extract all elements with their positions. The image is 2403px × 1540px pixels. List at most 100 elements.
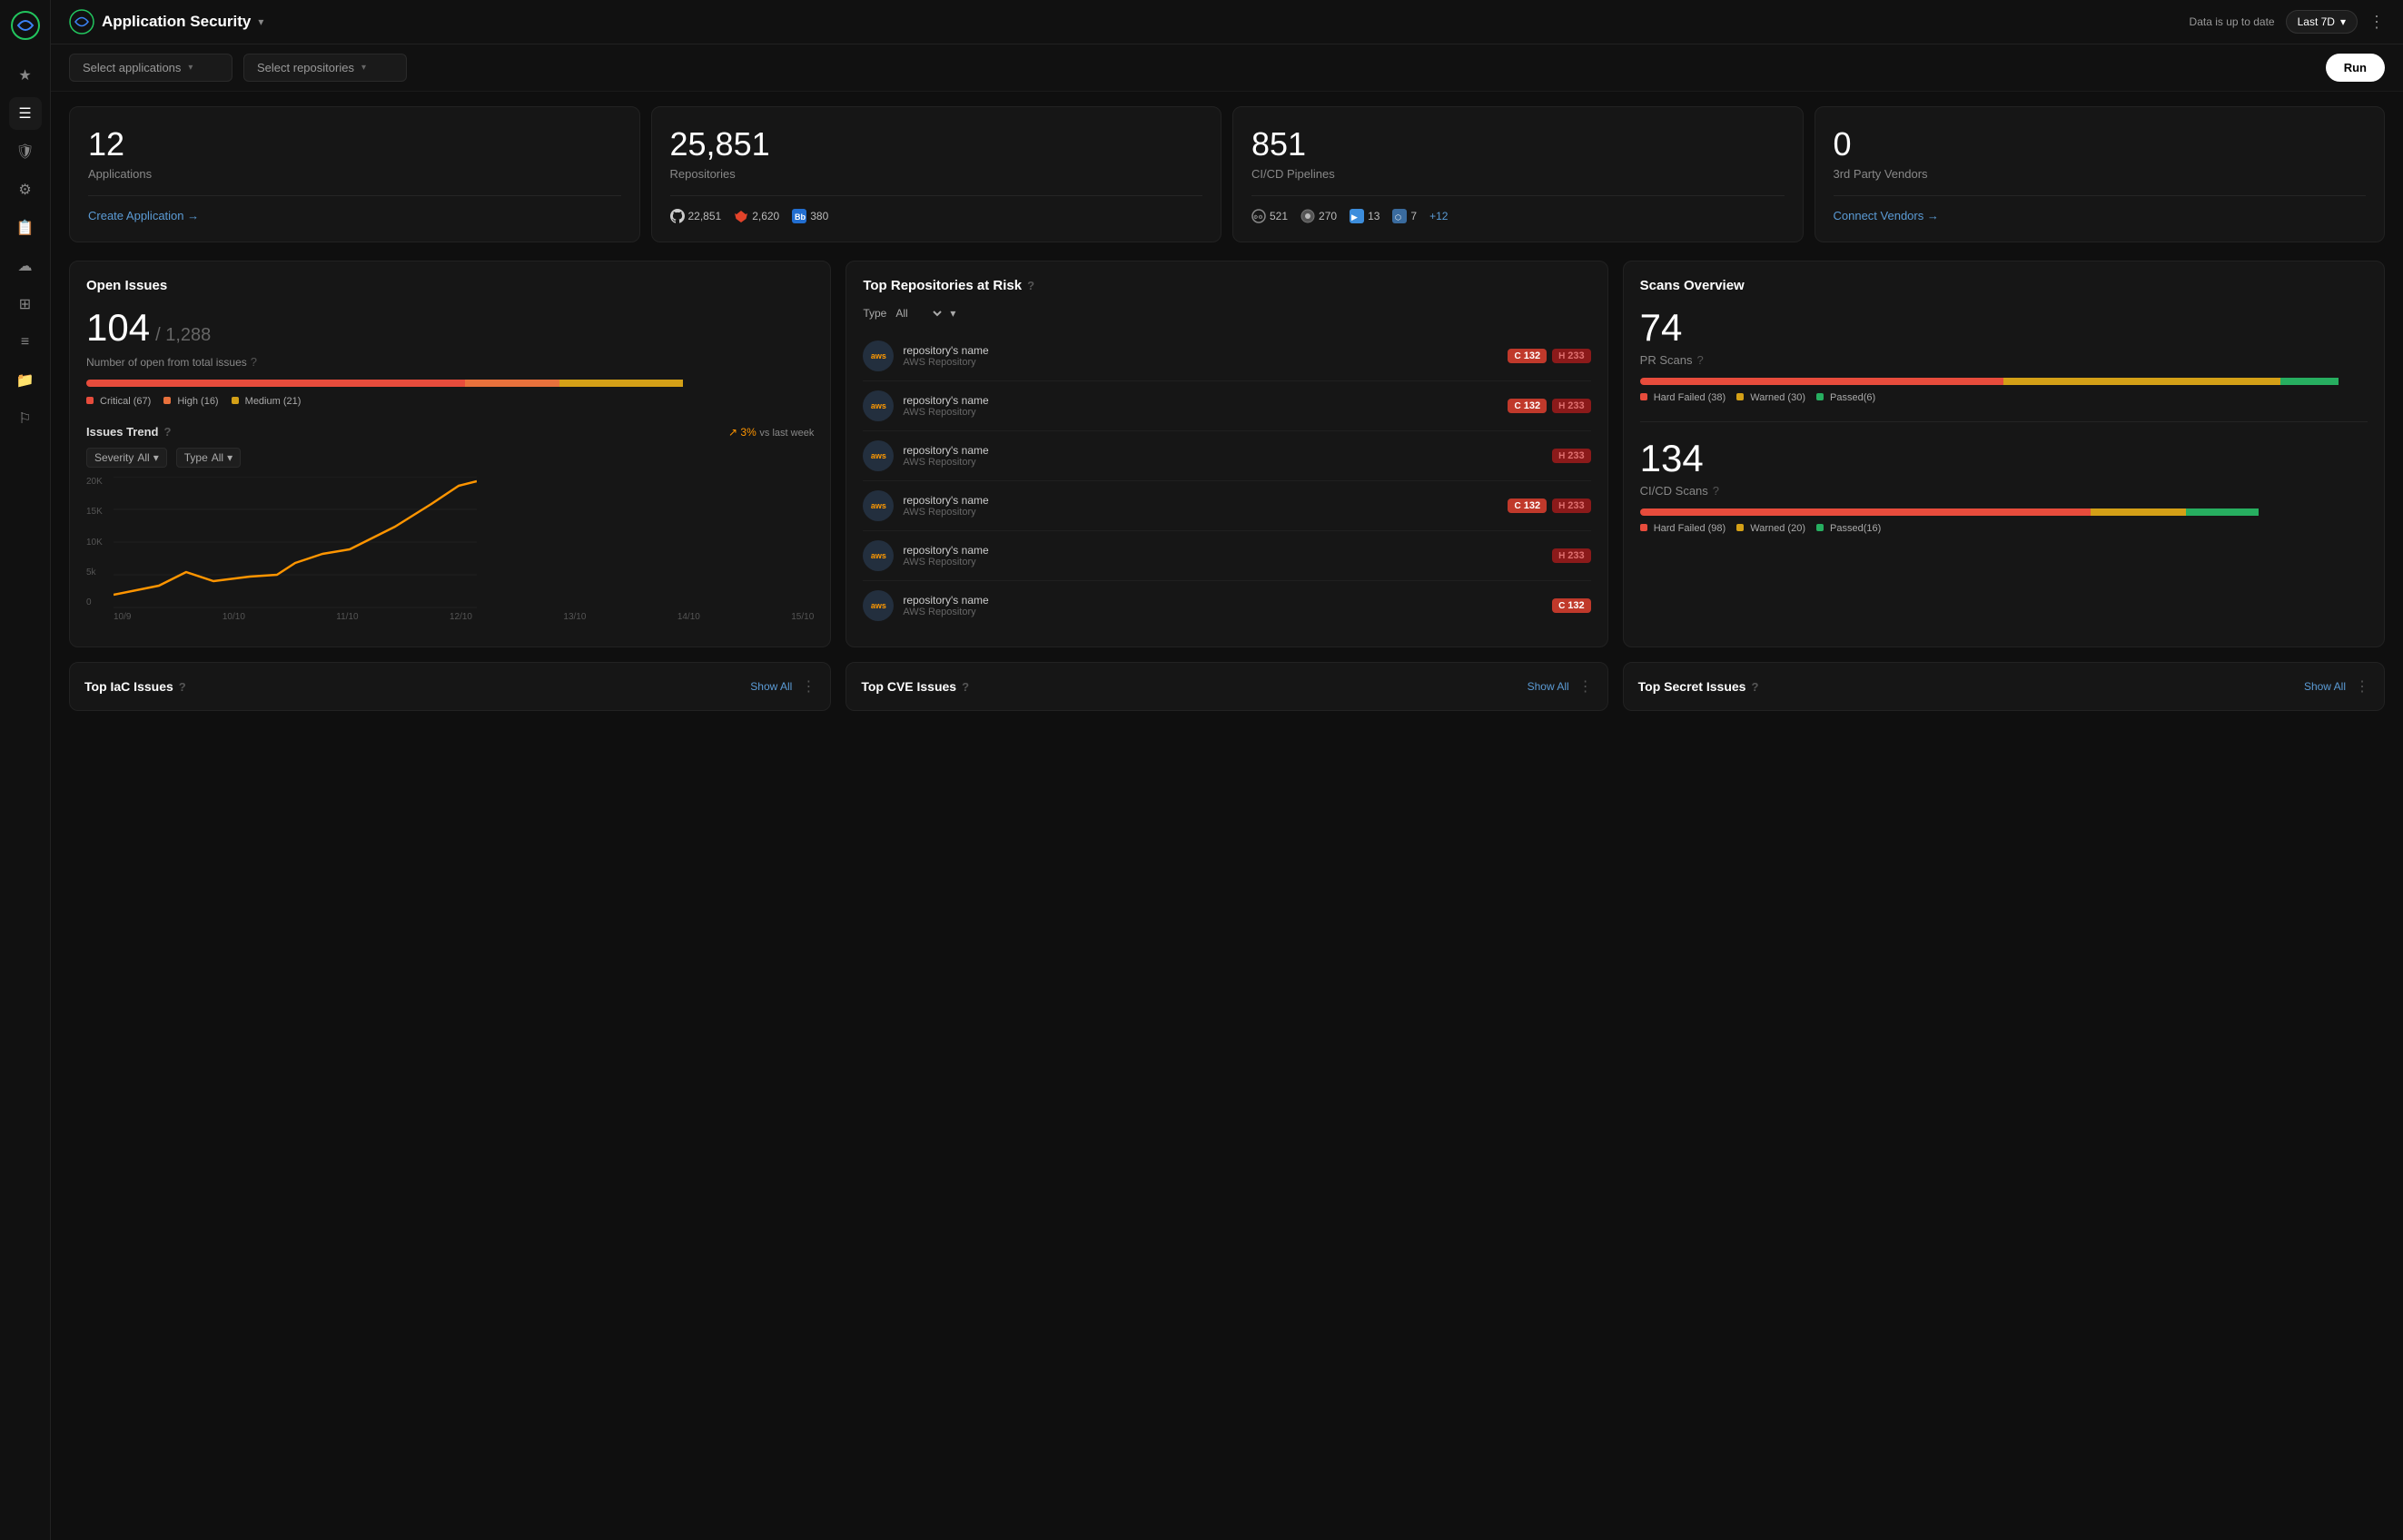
issues-help-icon[interactable]: ?: [251, 355, 257, 369]
repo-badges-1: C 132 H 233: [1508, 349, 1590, 363]
trend-filters: Severity All ▾ Type All ▾: [86, 448, 814, 468]
repositories-label: Repositories: [670, 167, 1203, 181]
top-repos-card: Top Repositories at Risk ? Type All AWS …: [846, 261, 1607, 647]
cve-show-all-link[interactable]: Show All: [1528, 680, 1569, 693]
trend-chart: [114, 477, 477, 608]
cicd-bar-warned: [2091, 508, 2185, 516]
iac-menu-icon[interactable]: ⋮: [801, 677, 816, 696]
bottom-card-secret: Top Secret Issues ? Show All ⋮: [1623, 662, 2385, 711]
secret-issues-title: Top Secret Issues ?: [1638, 679, 1759, 694]
bitbucket-count: 380: [810, 210, 828, 222]
stat-card-repositories: 25,851 Repositories 22,851 2,620: [651, 106, 1222, 242]
stat-card-cicd: 851 CI/CD Pipelines ⚙⚙ 521: [1232, 106, 1804, 242]
scans-title: Scans Overview: [1640, 278, 2368, 293]
repo-info-2: repository's name AWS Repository: [903, 394, 1498, 418]
repos-type-select[interactable]: All AWS GitHub: [892, 306, 944, 321]
trend-help-icon[interactable]: ?: [163, 425, 171, 439]
sidebar-icon-flag[interactable]: ⚐: [9, 402, 42, 435]
secret-menu-icon[interactable]: ⋮: [2355, 677, 2369, 696]
badge-critical-1: C 132: [1508, 349, 1547, 363]
pr-scans-help-icon[interactable]: ?: [1696, 353, 1703, 367]
connect-vendors-link[interactable]: Connect Vendors →: [1834, 209, 1939, 222]
cicd-scans-count: 134: [1640, 437, 2368, 480]
content-area: 12 Applications Create Application → 25,…: [51, 92, 2403, 1540]
cicd-count: 851: [1251, 125, 1785, 163]
title-chevron-icon[interactable]: ▾: [258, 15, 263, 28]
badge-critical-4: C 132: [1508, 499, 1547, 513]
repo-row-2: aws repository's name AWS Repository C 1…: [863, 381, 1590, 431]
repo-row-1: aws repository's name AWS Repository C 1…: [863, 331, 1590, 381]
cicd-warned-dot: [1736, 524, 1744, 531]
pr-bar-warned: [2003, 378, 2280, 385]
sidebar-icon-folder[interactable]: 📁: [9, 364, 42, 397]
repositories-dropdown[interactable]: Select repositories ▾: [243, 54, 407, 82]
applications-dropdown[interactable]: Select applications ▾: [69, 54, 232, 82]
severity-legend: Critical (67) High (16) Medium (21): [86, 396, 814, 407]
pipeline-item-3: ▶ 13: [1350, 209, 1380, 223]
data-status-text: Data is up to date: [2190, 15, 2275, 28]
cicd-legend-passed: Passed(16): [1816, 523, 1881, 534]
trend-header: Issues Trend ? ↗ 3% vs last week: [86, 425, 814, 439]
repo-info-1: repository's name AWS Repository: [903, 344, 1498, 368]
sidebar-icon-shield[interactable]: 🛡: [9, 135, 42, 168]
type-select-chevron-icon: ▾: [950, 307, 955, 320]
sidebar-icon-settings[interactable]: ⚙: [9, 173, 42, 206]
repo-avatar-2: aws: [863, 390, 894, 421]
cicd-bar-failed: [1640, 508, 2092, 516]
stats-row: 12 Applications Create Application → 25,…: [69, 106, 2385, 242]
cicd-scans-help-icon[interactable]: ?: [1713, 484, 1719, 498]
cicd-legend-failed: Hard Failed (98): [1640, 523, 1726, 534]
pipeline-item-1: ⚙⚙ 521: [1251, 209, 1288, 223]
repo-row-5: aws repository's name AWS Repository H 2…: [863, 531, 1590, 581]
cve-menu-icon[interactable]: ⋮: [1578, 677, 1593, 696]
type-filter-trend[interactable]: Type All ▾: [176, 448, 241, 468]
sidebar-icon-list[interactable]: ☰: [9, 97, 42, 130]
repo-badges-4: C 132 H 233: [1508, 499, 1590, 513]
repo-avatar-1: aws: [863, 341, 894, 371]
high-dot: [163, 397, 171, 404]
cicd-label: CI/CD Pipelines: [1251, 167, 1785, 181]
sidebar-icon-star[interactable]: ★: [9, 59, 42, 92]
gitlab-icon-item: 2,620: [734, 209, 779, 223]
stat-card-applications: 12 Applications Create Application →: [69, 106, 640, 242]
open-issues-total: / 1,288: [155, 325, 211, 346]
badge-high-4: H 233: [1552, 499, 1591, 513]
svg-text:⬡: ⬡: [1395, 213, 1401, 222]
pr-warned-dot: [1736, 393, 1744, 400]
pr-bar-failed: [1640, 378, 2004, 385]
pipeline-icon-3: ▶: [1350, 209, 1364, 223]
vendors-label: 3rd Party Vendors: [1834, 167, 2367, 181]
sidebar-icon-grid[interactable]: ⊞: [9, 288, 42, 321]
severity-filter[interactable]: Severity All ▾: [86, 448, 167, 468]
secret-help-icon[interactable]: ?: [1751, 680, 1758, 694]
cicd-scans-legend: Hard Failed (98) Warned (20) Passed(16): [1640, 523, 2368, 534]
legend-medium: Medium (21): [232, 396, 302, 407]
iac-help-icon[interactable]: ?: [179, 680, 186, 694]
time-chevron-icon: ▾: [2340, 15, 2346, 28]
scans-divider: [1640, 421, 2368, 422]
vendors-count: 0: [1834, 125, 2367, 163]
time-selector-button[interactable]: Last 7D ▾: [2286, 10, 2358, 34]
secret-show-all-link[interactable]: Show All: [2304, 680, 2346, 693]
issues-sublabel: Number of open from total issues ?: [86, 355, 814, 369]
repo-avatar-3: aws: [863, 440, 894, 471]
sidebar-icon-clipboard[interactable]: 📋: [9, 212, 42, 244]
pipeline-icon-1: ⚙⚙: [1251, 209, 1266, 223]
gitlab-count: 2,620: [752, 210, 779, 222]
create-application-link[interactable]: Create Application →: [88, 209, 199, 222]
header-logo-icon: [69, 9, 94, 35]
sidebar-icon-layers[interactable]: ≡: [9, 326, 42, 359]
repo-row-6: aws repository's name AWS Repository C 1…: [863, 581, 1590, 630]
kebab-menu-button[interactable]: ⋮: [2368, 13, 2385, 32]
chart-x-labels: 10/9 10/10 11/10 12/10 13/10 14/10 15/10: [114, 612, 814, 622]
repos-help-icon[interactable]: ?: [1027, 279, 1034, 292]
repo-badges-2: C 132 H 233: [1508, 399, 1590, 413]
cve-help-icon[interactable]: ?: [962, 680, 969, 694]
sidebar-icon-cloud[interactable]: ☁: [9, 250, 42, 282]
toolbar: Select applications ▾ Select repositorie…: [51, 44, 2403, 92]
trend-title: Issues Trend ?: [86, 425, 171, 439]
iac-show-all-link[interactable]: Show All: [750, 680, 792, 693]
pr-scans-legend: Hard Failed (38) Warned (30) Passed(6): [1640, 392, 2368, 403]
app-logo[interactable]: [11, 11, 40, 43]
run-button[interactable]: Run: [2326, 54, 2385, 82]
